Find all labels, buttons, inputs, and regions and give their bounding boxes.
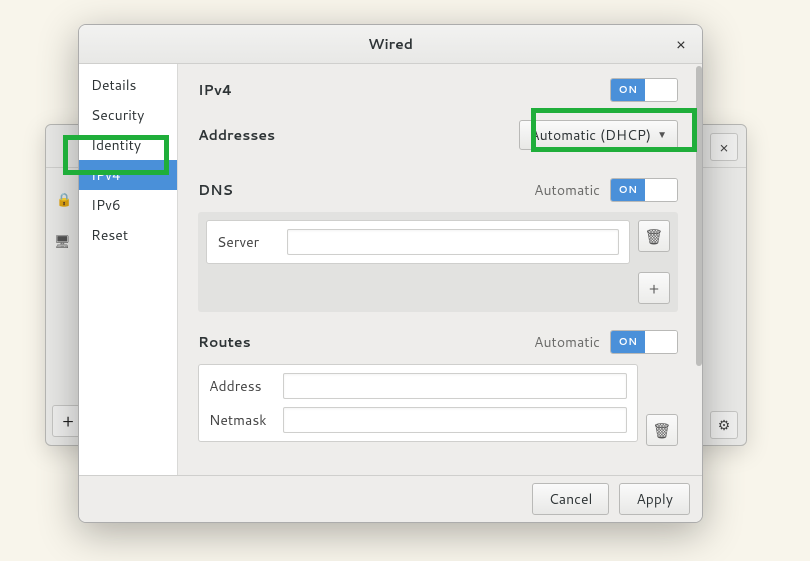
route-address-input[interactable]: [283, 373, 627, 399]
dialog-footer: Cancel Apply: [79, 475, 702, 522]
scroll-fade: [178, 457, 696, 475]
ipv4-enable-toggle[interactable]: ON: [610, 78, 678, 102]
route-address-label: Address: [209, 376, 273, 396]
wired-connection-dialog: Wired × Details Security Identity IPv4 I…: [78, 24, 703, 523]
dialog-titlebar: Wired ×: [79, 25, 702, 64]
display-icon: 🖥: [54, 233, 74, 253]
route-netmask-input[interactable]: [283, 407, 627, 433]
chevron-down-icon: ▼: [657, 128, 667, 142]
route-delete-button[interactable]: 🗑: [646, 414, 678, 446]
scrollbar-thumb[interactable]: [696, 66, 702, 366]
dns-automatic-toggle[interactable]: ON: [610, 178, 678, 202]
content-scrollbar[interactable]: [696, 64, 702, 475]
toggle-handle: [645, 79, 677, 101]
routes-automatic-toggle[interactable]: ON: [610, 330, 678, 354]
routes-panel: Address Netmask: [198, 364, 638, 442]
trash-icon: 🗑: [652, 420, 671, 441]
routes-label: Routes: [198, 332, 251, 352]
toggle-on-label: ON: [611, 79, 645, 101]
cancel-button[interactable]: Cancel: [532, 483, 610, 515]
dns-add-button[interactable]: +: [638, 272, 670, 304]
settings-sidebar: Details Security Identity IPv4 IPv6 Rese…: [79, 64, 178, 475]
toggle-on-label: ON: [611, 179, 645, 201]
background-gear-button[interactable]: ⚙: [710, 411, 738, 439]
sidebar-item-reset[interactable]: Reset: [79, 220, 177, 250]
dns-delete-button[interactable]: 🗑: [638, 220, 670, 252]
routes-automatic-label: Automatic: [534, 332, 600, 352]
dns-server-input[interactable]: [287, 229, 619, 255]
ipv4-heading: IPv4: [198, 80, 232, 100]
sidebar-item-security[interactable]: Security: [79, 100, 177, 130]
toggle-handle: [645, 331, 677, 353]
ipv4-content: IPv4 ON Addresses Automatic (DHCP) ▼ DNS…: [178, 64, 702, 475]
dns-automatic-label: Automatic: [534, 180, 600, 200]
addresses-mode-value: Automatic (DHCP): [530, 125, 651, 145]
sidebar-item-ipv4[interactable]: IPv4: [79, 160, 177, 190]
dialog-title: Wired: [368, 34, 413, 54]
apply-button[interactable]: Apply: [619, 483, 690, 515]
dns-label: DNS: [198, 180, 233, 200]
sidebar-item-identity[interactable]: Identity: [79, 130, 177, 160]
toggle-handle: [645, 179, 677, 201]
addresses-label: Addresses: [198, 125, 275, 145]
sidebar-item-details[interactable]: Details: [79, 70, 177, 100]
gear-icon: ⚙: [718, 415, 731, 435]
background-close-button[interactable]: ×: [710, 133, 738, 161]
close-button[interactable]: ×: [670, 33, 692, 55]
dns-server-field-label: Server: [217, 232, 277, 252]
lock-icon: 🔒: [56, 191, 76, 211]
route-netmask-label: Netmask: [209, 410, 273, 430]
addresses-mode-dropdown[interactable]: Automatic (DHCP) ▼: [519, 120, 678, 150]
sidebar-item-ipv6[interactable]: IPv6: [79, 190, 177, 220]
trash-icon: 🗑: [644, 226, 663, 247]
dns-panel: Server 🗑 +: [198, 212, 678, 312]
toggle-on-label: ON: [611, 331, 645, 353]
